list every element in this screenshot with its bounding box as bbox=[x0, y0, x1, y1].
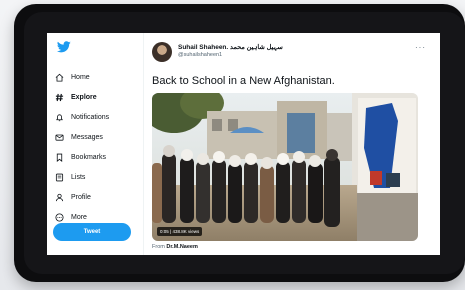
nav-item-messages[interactable]: Messages bbox=[55, 127, 143, 147]
twitter-screen: Home Explore Notifications Messages Book… bbox=[47, 33, 440, 255]
video-views-badge: 0:05 | 438.8K views bbox=[157, 227, 203, 236]
nav-label-notifications: Notifications bbox=[71, 113, 110, 121]
attribution-name[interactable]: Dr.M.Naeem bbox=[166, 244, 198, 250]
more-options-icon[interactable]: ··· bbox=[415, 43, 426, 52]
list-icon bbox=[55, 173, 64, 182]
bookmark-icon bbox=[55, 153, 64, 162]
bell-icon bbox=[55, 113, 64, 122]
nav-item-profile[interactable]: Profile bbox=[55, 187, 143, 207]
nav-item-bookmarks[interactable]: Bookmarks bbox=[55, 147, 143, 167]
more-circle-icon bbox=[55, 212, 64, 222]
video-views: 438.8K views bbox=[172, 229, 200, 234]
tweet-video[interactable]: 0:05 | 438.8K views bbox=[152, 93, 418, 241]
person-icon bbox=[55, 193, 64, 202]
nav-label-bookmarks: Bookmarks bbox=[71, 153, 107, 161]
avatar[interactable] bbox=[152, 42, 172, 62]
nav-item-explore[interactable]: Explore bbox=[55, 87, 143, 107]
home-icon bbox=[55, 73, 64, 82]
hashtag-icon bbox=[55, 93, 64, 102]
video-attribution: From Dr.M.Naeem bbox=[152, 244, 198, 250]
author-handle[interactable]: @suhailshaheen1 bbox=[178, 52, 222, 58]
nav-label-messages: Messages bbox=[71, 133, 103, 141]
attribution-prefix: From bbox=[152, 244, 165, 250]
nav-item-home[interactable]: Home bbox=[55, 67, 143, 87]
nav-label-more: More bbox=[71, 213, 87, 221]
twitter-bird-icon[interactable] bbox=[56, 41, 71, 53]
nav-item-notifications[interactable]: Notifications bbox=[55, 107, 143, 127]
nav-label-lists: Lists bbox=[71, 173, 86, 181]
tweet-card: Suhail Shaheen. سہیل شاہین محمد @suhails… bbox=[144, 33, 440, 255]
author-display-name-script: سہیل شاہین محمد bbox=[230, 44, 283, 51]
tweet-button[interactable]: Tweet bbox=[53, 223, 131, 241]
sidebar: Home Explore Notifications Messages Book… bbox=[47, 33, 143, 255]
envelope-icon bbox=[55, 133, 64, 142]
nav-label-home: Home bbox=[71, 73, 90, 81]
tweet-text: Back to School in a New Afghanistan. bbox=[152, 75, 335, 87]
author-name-row: Suhail Shaheen. سہیل شاہین محمد bbox=[178, 43, 283, 51]
video-frame-image bbox=[152, 93, 418, 241]
author-display-name[interactable]: Suhail Shaheen. bbox=[178, 44, 228, 51]
nav-label-profile: Profile bbox=[71, 193, 91, 201]
video-timestamp: 0:05 bbox=[160, 229, 169, 234]
nav-item-lists[interactable]: Lists bbox=[55, 167, 143, 187]
nav-label-explore: Explore bbox=[71, 93, 97, 101]
